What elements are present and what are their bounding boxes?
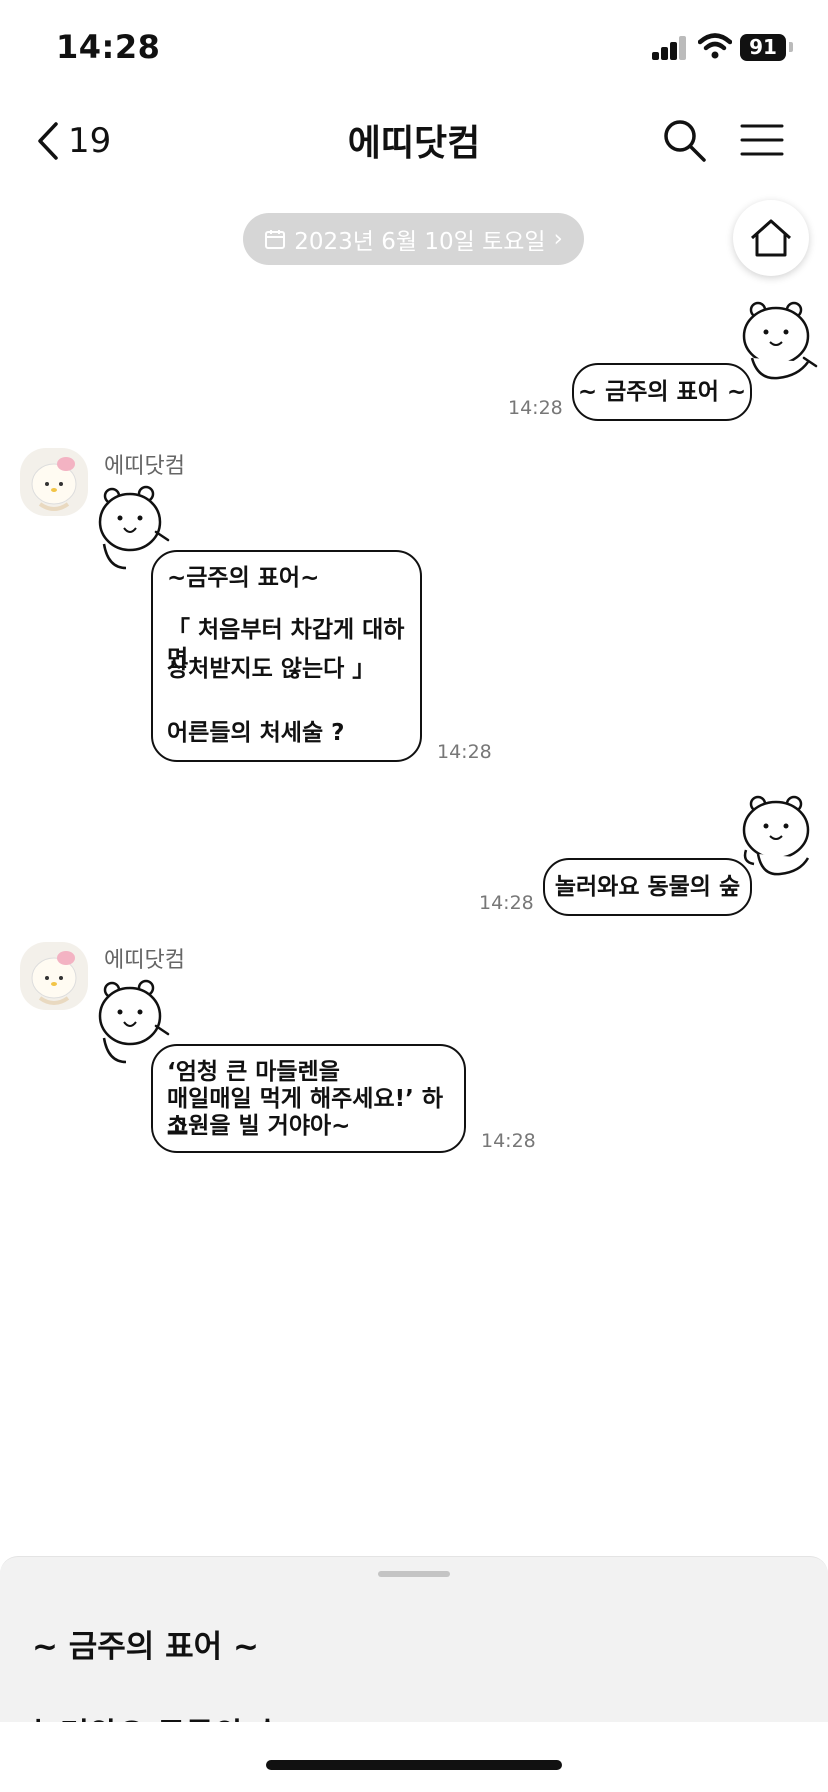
message-time: 14:28 [481,1130,536,1152]
chat-bubble-sent[interactable]: 놀러와요 동물의 숲 [543,858,752,916]
chat-header: 19 에띠닷컴 [0,96,828,186]
message-line: ‘엄청 큰 마들렌을 [167,1059,340,1085]
message-line: ~금주의 표어~ [167,565,320,591]
sheet-item[interactable]: ~ 금주의 표어 ~ [32,1621,259,1666]
home-bar-area [0,1722,828,1792]
message-time: 14:28 [479,892,534,914]
kitty-avatar-icon[interactable] [20,942,88,1010]
message-time: 14:28 [508,397,563,419]
kitty-avatar-icon[interactable] [20,448,88,516]
search-icon[interactable] [660,116,708,164]
home-icon [750,219,792,257]
wifi-icon [698,33,732,59]
message-text: ~ 금주의 표어 ~ [577,379,747,405]
chat-bubble-sent[interactable]: ~ 금주의 표어 ~ [572,363,752,421]
message-time: 14:28 [437,741,492,763]
home-button[interactable] [733,200,809,276]
message-text: 놀러와요 동물의 숲 [554,874,741,900]
date-divider[interactable]: 2023년 6월 10일 토요일 › [243,213,584,265]
status-time: 14:28 [56,28,161,66]
chat-bubble-received[interactable]: ‘엄청 큰 마들렌을 매일매일 먹게 해주세요!’ 하고 소원을 빌 거야아~ [151,1044,466,1153]
bear-sticker-icon [742,301,818,380]
battery-indicator: 91 [740,34,786,61]
cellular-signal-icon [652,36,688,60]
status-bar: 14:28 91 [0,0,828,96]
sheet-drag-handle[interactable] [378,1571,450,1577]
hamburger-menu-icon[interactable] [740,118,784,162]
calendar-icon [265,230,286,249]
home-indicator[interactable] [266,1760,562,1770]
battery-nub [789,42,793,52]
message-line: 상처받지도 않는다 」 [167,656,376,682]
date-chevron: › [553,226,563,252]
chat-bubble-received[interactable]: ~금주의 표어~ 「 처음부터 차갑게 대하면 상처받지도 않는다 」 어른들의… [151,550,422,762]
message-line: 어른들의 처세술 ? [167,720,345,746]
date-label: 2023년 6월 10일 토요일 [294,229,546,255]
message-line: 소원을 빌 거야아~ [167,1113,351,1139]
sender-name: 에띠닷컴 [104,454,185,479]
sender-name: 에띠닷컴 [104,948,185,973]
bear-sticker-icon [742,795,810,876]
